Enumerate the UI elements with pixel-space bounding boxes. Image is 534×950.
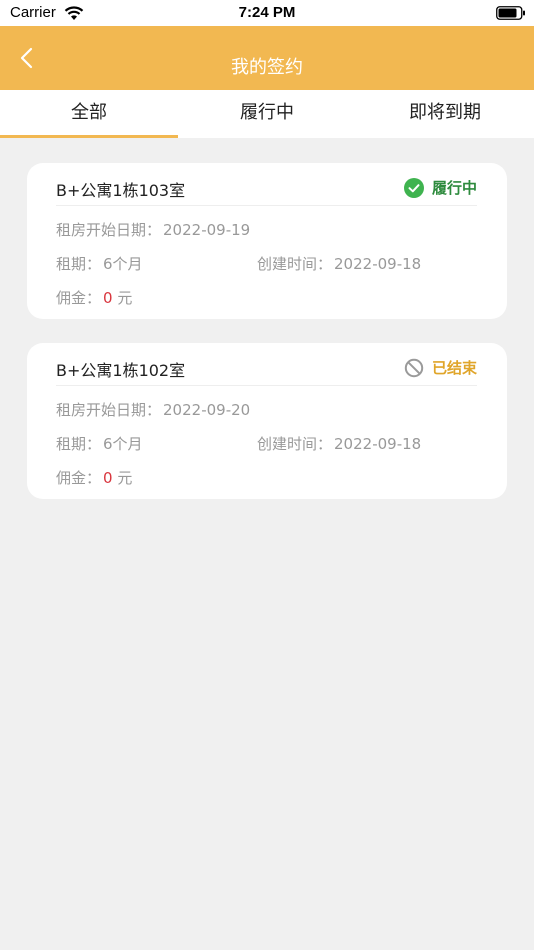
page-title: 我的签约: [231, 57, 303, 78]
created-label: 创建时间：: [257, 435, 333, 453]
created-row: 创建时间： 2022-09-18: [257, 433, 421, 454]
lease-label: 租期：: [56, 435, 102, 453]
fee-unit: 元: [117, 289, 133, 307]
tab-bar: 全部 履行中 即将到期: [0, 90, 534, 138]
check-circle-icon: [403, 177, 424, 198]
lease-label: 租期：: [56, 255, 102, 273]
tab-expiring-soon[interactable]: 即将到期: [356, 90, 534, 138]
fee-row: 佣金： 0 元: [56, 287, 132, 308]
contract-card[interactable]: B+公寓1栋103室 履行中 租房开始日期： 2022-09-19 租期： 6个月 …: [27, 163, 507, 319]
fee-label: 佣金：: [56, 469, 102, 487]
status-badge: 履行中: [403, 177, 477, 198]
fee-row: 佣金： 0 元: [56, 467, 132, 488]
start-date-value: 2022-09-19: [163, 221, 251, 239]
lease-value: 6个月: [103, 255, 143, 273]
status-badge: 已结束: [404, 357, 477, 378]
fee-unit: 元: [117, 469, 133, 487]
status-text: 履行中: [431, 179, 477, 197]
created-row: 创建时间： 2022-09-18: [257, 253, 421, 274]
clock: 7:24 PM: [238, 4, 296, 21]
fee-value: 0: [103, 469, 113, 487]
start-date-row: 租房开始日期： 2022-09-20: [56, 399, 250, 420]
created-label: 创建时间：: [257, 255, 333, 273]
contract-title: B+公寓1栋103室: [56, 181, 186, 200]
nav-bar: 我的签约: [0, 26, 534, 90]
lease-row: 租期： 6个月: [56, 433, 143, 454]
status-text: 已结束: [431, 359, 477, 377]
divider: [56, 205, 477, 206]
status-bar: Carrier 7:24 PM: [0, 0, 534, 26]
created-value: 2022-09-18: [334, 435, 422, 453]
divider: [56, 385, 477, 386]
created-value: 2022-09-18: [334, 255, 422, 273]
contract-card[interactable]: B+公寓1栋102室 已结束 租房开始日期： 2022-09-20 租期： 6个月 …: [27, 343, 507, 499]
start-date-value: 2022-09-20: [163, 401, 251, 419]
lease-row: 租期： 6个月: [56, 253, 143, 274]
tab-in-progress[interactable]: 履行中: [178, 90, 356, 138]
battery-icon: [496, 6, 525, 20]
fee-label: 佣金：: [56, 289, 102, 307]
prohibited-icon: [404, 358, 424, 377]
start-date-label: 租房开始日期：: [56, 401, 162, 419]
start-date-label: 租房开始日期：: [56, 221, 162, 239]
contract-list: B+公寓1栋103室 履行中 租房开始日期： 2022-09-19 租期： 6个月 …: [27, 163, 507, 523]
contract-title: B+公寓1栋102室: [56, 361, 186, 380]
tab-all[interactable]: 全部: [0, 90, 178, 138]
lease-value: 6个月: [103, 435, 143, 453]
fee-value: 0: [103, 289, 113, 307]
start-date-row: 租房开始日期： 2022-09-19: [56, 219, 250, 240]
